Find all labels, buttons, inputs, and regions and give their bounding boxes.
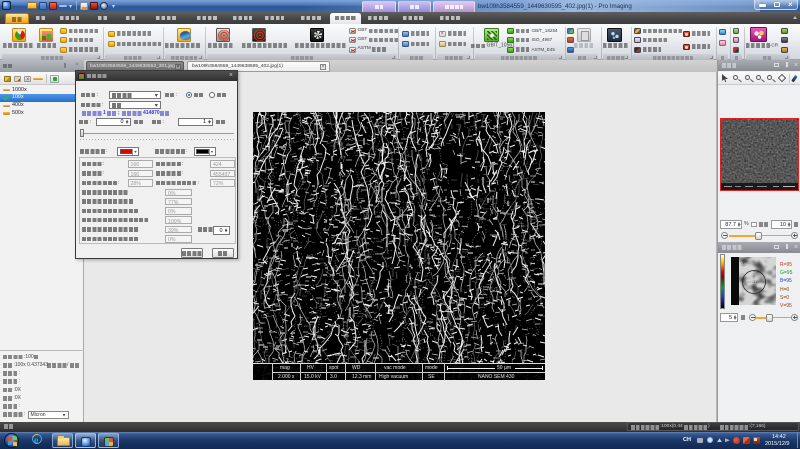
svg-text:1.63: 1.63 [741, 261, 750, 266]
